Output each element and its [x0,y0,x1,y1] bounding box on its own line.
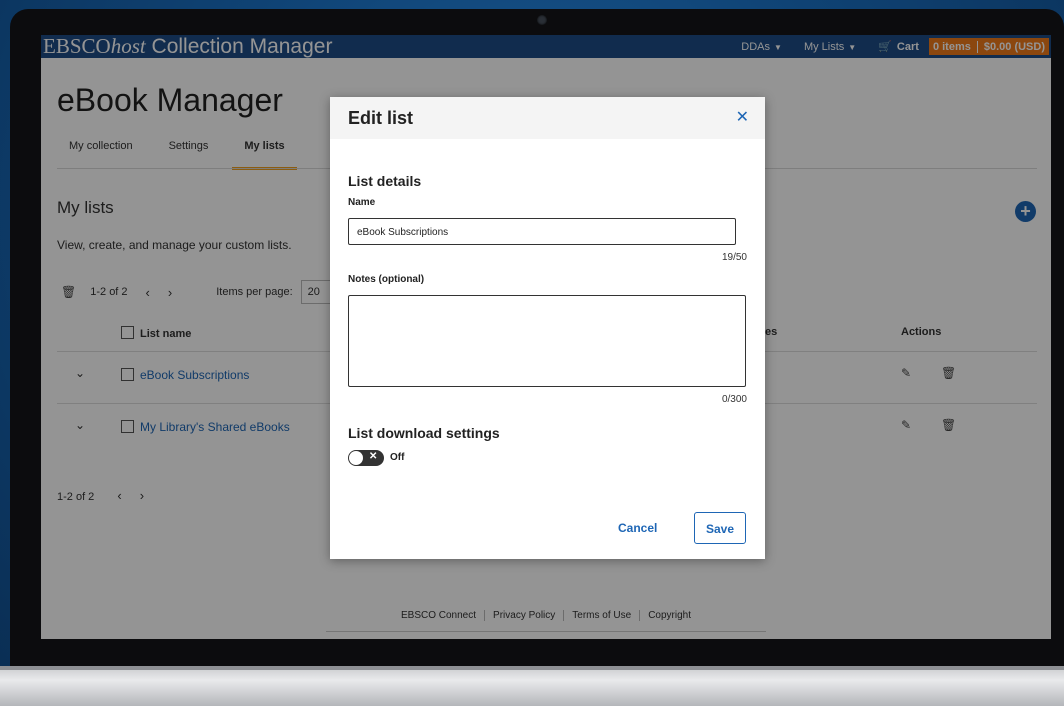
close-icon[interactable]: ✕ [736,107,749,127]
list-details-heading: List details [348,173,422,189]
dialog-header: Edit list ✕ [330,97,765,139]
download-toggle[interactable]: ✕ [348,450,384,466]
dialog-title: Edit list [348,108,414,128]
name-char-count: 19/50 [721,252,747,263]
notes-label: Notes (optional) [348,274,425,285]
camera-icon [537,15,547,25]
cancel-button[interactable]: Cancel [618,521,657,535]
notes-char-count: 0/300 [721,394,747,405]
edit-list-dialog: Edit list ✕ List details Name eBook Subs… [330,97,765,559]
name-label: Name [348,197,376,208]
toggle-knob [349,451,363,465]
toggle-state-label: Off [390,452,405,463]
save-button[interactable]: Save [694,512,746,544]
download-settings-heading: List download settings [348,425,500,441]
close-icon: ✕ [369,451,378,462]
name-field[interactable]: eBook Subscriptions [348,218,736,245]
notes-field[interactable] [348,295,746,387]
screen: EBSCOhost Collection Manager DDAs ▼ My Li… [41,35,1051,639]
laptop-base [0,666,1064,706]
laptop-base-edge [0,666,1064,670]
